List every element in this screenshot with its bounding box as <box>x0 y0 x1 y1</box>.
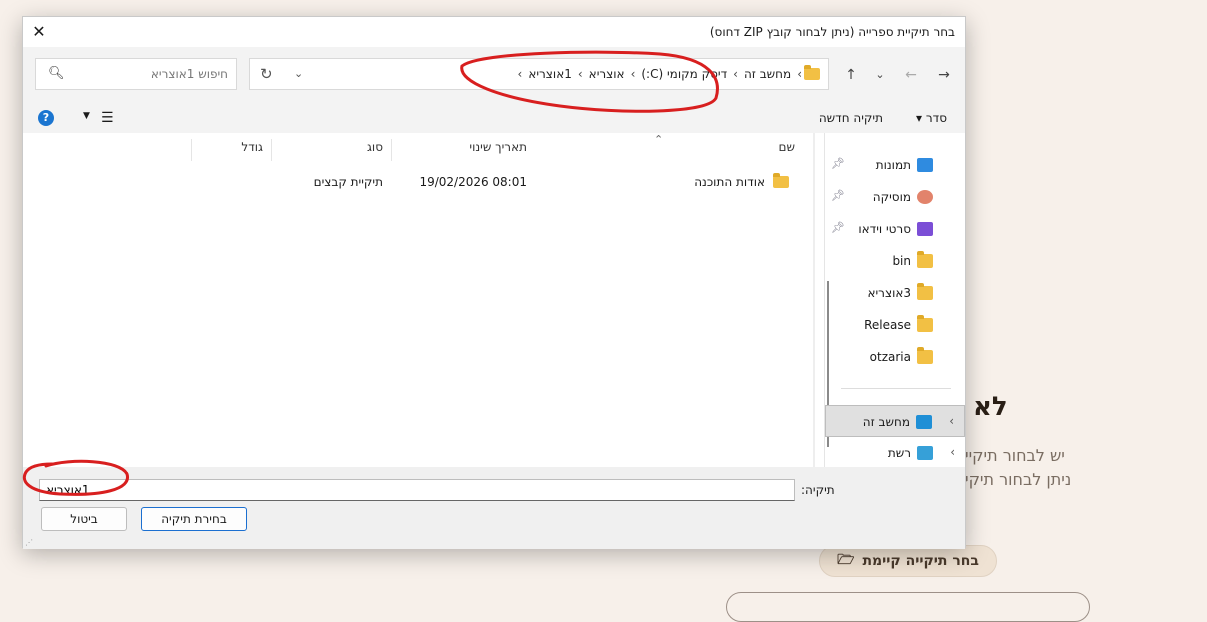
command-bar: סדר ▾ תיקיה חדשה ☰ ▼ ? <box>23 103 965 133</box>
dialog-footer: תיקיה: בחירת תיקיה ביטול ⋰ <box>23 467 965 549</box>
close-button[interactable]: ✕ <box>29 22 49 42</box>
folder-icon <box>917 283 933 300</box>
folder-picker-dialog: בחר תיקיית ספרייה (ניתן לבחור קובץ ZIP ד… <box>22 16 966 549</box>
file-list-scrollbar[interactable] <box>813 133 815 467</box>
file-list: ⌃ שם תאריך שינוי סוג גודל אודות התוכנה 1… <box>23 133 827 467</box>
network-icon <box>917 446 933 460</box>
nav-label: bin <box>892 254 911 268</box>
nav-item-pictures[interactable]: תמונות 📌︎ <box>825 149 965 181</box>
nav-label: רשת <box>887 446 911 460</box>
nav-label: תמונות <box>875 158 911 172</box>
pin-icon: 📌︎ <box>831 221 845 234</box>
resize-grip-icon[interactable]: ⋰ <box>25 538 33 547</box>
nav-item-bin[interactable]: bin <box>825 245 965 277</box>
help-icon[interactable]: ? <box>38 110 54 126</box>
breadcrumb-local-disk[interactable]: דיסק מקומי (C:) <box>637 67 731 81</box>
file-row[interactable]: אודות התוכנה 19/02/2026 08:01 תיקיית קבצ… <box>23 171 803 195</box>
nav-item-network[interactable]: › רשת <box>825 437 965 469</box>
column-date-modified[interactable]: תאריך שינוי <box>391 139 535 161</box>
nav-item-otzaria[interactable]: otzaria <box>825 341 965 373</box>
breadcrumb-this-pc[interactable]: מחשב זה <box>740 67 795 81</box>
recent-locations-chevron-icon[interactable]: ⌄ <box>869 64 891 86</box>
navigation-pane: תמונות 📌︎ מוסיקה 📌︎ סרטי וידאו 📌︎ bin 3א… <box>824 133 965 467</box>
chevron-icon: › <box>630 67 636 81</box>
address-dropdown-icon[interactable]: ⌄ <box>294 67 303 80</box>
address-bar[interactable]: › מחשב זה › דיסק מקומי (C:) › אוצריא › 1… <box>249 58 829 90</box>
choose-folder-label: בחר תיקייה קיימת <box>862 553 979 569</box>
folder-open-icon: 🗁 <box>837 552 855 568</box>
breadcrumb-otzaria[interactable]: אוצריא <box>585 67 629 81</box>
nav-label: מחשב זה <box>862 415 910 429</box>
title-bar: בחר תיקיית ספרייה (ניתן לבחור קובץ ZIP ד… <box>23 17 965 47</box>
file-type: תיקיית קבצים <box>313 175 383 189</box>
forward-arrow-icon[interactable]: → <box>933 64 955 86</box>
chevron-icon: › <box>797 67 802 81</box>
background-text-line-1: יש לבחור תיקיי <box>965 446 1065 465</box>
organize-button[interactable]: סדר ▾ <box>916 111 947 125</box>
back-arrow-icon[interactable]: ← <box>900 64 922 86</box>
column-name[interactable]: שם <box>535 139 803 161</box>
nav-divider <box>841 388 951 389</box>
nav-item-otzaria-3[interactable]: 3אוצריא <box>825 277 965 309</box>
background-text-line-2: ניתן לבחור תיקי <box>965 470 1072 489</box>
computer-icon <box>916 415 932 429</box>
nav-label: otzaria <box>869 350 911 364</box>
background-secondary-button[interactable] <box>726 592 1090 622</box>
file-modified: 19/02/2026 08:01 <box>419 175 527 189</box>
dialog-title: בחר תיקיית ספרייה (ניתן לבחור קובץ ZIP ד… <box>709 25 955 39</box>
breadcrumb-otzaria-1[interactable]: 1אוצריא <box>524 67 576 81</box>
nav-item-videos[interactable]: סרטי וידאו 📌︎ <box>825 213 965 245</box>
nav-label: 3אוצריא <box>867 286 911 300</box>
search-placeholder: חיפוש 1אוצריא <box>150 67 228 81</box>
search-icon: 🔍︎ <box>48 66 65 81</box>
chevron-icon: › <box>733 67 738 81</box>
nav-label: Release <box>864 318 911 332</box>
nav-label: מוסיקה <box>872 190 911 204</box>
folder-icon <box>773 173 789 188</box>
folder-icon <box>804 65 820 80</box>
folder-label: תיקיה: <box>801 483 835 497</box>
pin-icon: 📌︎ <box>831 157 845 170</box>
view-dropdown-icon[interactable]: ▼ <box>83 111 90 121</box>
chevron-right-icon[interactable]: › <box>949 414 954 428</box>
pin-icon: 📌︎ <box>831 189 845 202</box>
folder-icon <box>917 315 933 332</box>
cancel-button[interactable]: ביטול <box>41 507 127 531</box>
column-type[interactable]: סוג <box>271 139 391 161</box>
chevron-right-icon[interactable]: › <box>950 445 955 459</box>
nav-item-this-pc[interactable]: › מחשב זה <box>825 405 965 437</box>
nav-item-music[interactable]: מוסיקה 📌︎ <box>825 181 965 213</box>
folder-icon <box>917 251 933 268</box>
refresh-icon[interactable]: ↻ <box>260 65 273 83</box>
up-arrow-icon[interactable]: ↑ <box>840 64 862 86</box>
folder-name-input[interactable] <box>39 479 795 501</box>
nav-label: סרטי וידאו <box>858 222 911 236</box>
file-name: אודות התוכנה <box>694 175 765 189</box>
search-input[interactable]: חיפוש 1אוצריא 🔍︎ <box>35 58 237 90</box>
column-size[interactable]: גודל <box>191 139 271 161</box>
chevron-icon: › <box>577 67 583 81</box>
new-folder-button[interactable]: תיקיה חדשה <box>819 111 883 125</box>
nav-item-release[interactable]: Release <box>825 309 965 341</box>
pictures-icon <box>917 158 933 172</box>
folder-icon <box>917 347 933 364</box>
navigation-bar: → ← ⌄ ↑ › מחשב זה › דיסק מקומי (C:) › או… <box>23 47 965 103</box>
select-folder-button[interactable]: בחירת תיקיה <box>141 507 247 531</box>
video-icon <box>917 222 933 236</box>
chevron-icon: › <box>517 67 523 81</box>
music-icon <box>917 190 933 204</box>
choose-existing-folder-button[interactable]: בחר תיקייה קיימת 🗁 <box>819 545 997 577</box>
view-details-icon[interactable]: ☰ <box>101 110 114 126</box>
